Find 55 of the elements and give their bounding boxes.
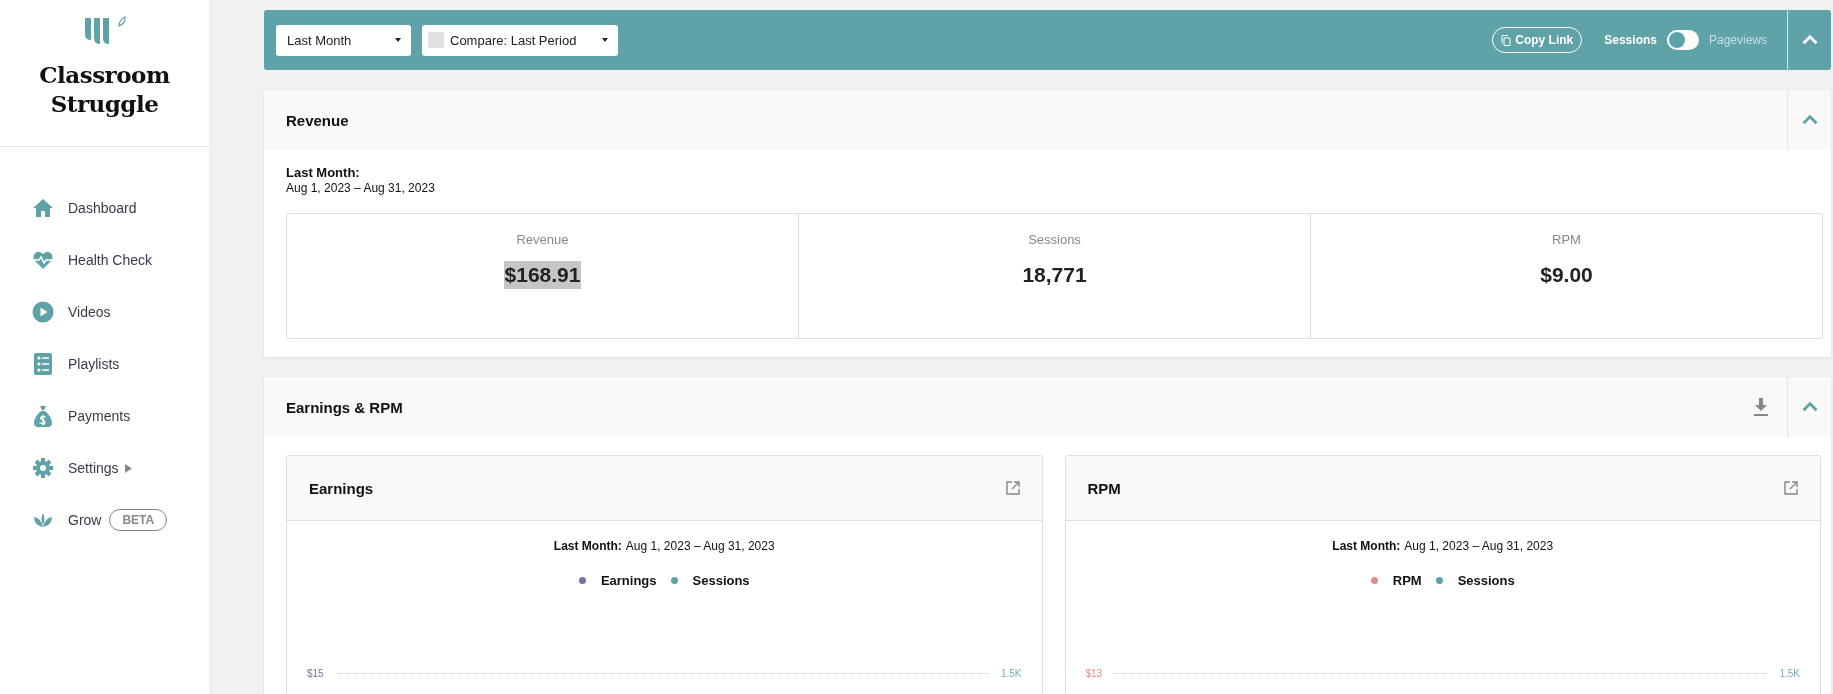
stat-value: $9.00: [1539, 262, 1594, 288]
date-range: Aug 1, 2023 – Aug 31, 2023: [1404, 539, 1554, 553]
chevron-up-icon: [1800, 401, 1819, 413]
nav-item[interactable]: Dashboard: [0, 182, 209, 234]
period-dropdown[interactable]: Last Month: [276, 24, 411, 56]
stat-label: Revenue: [516, 232, 569, 247]
section-title: Earnings & RPM: [286, 398, 404, 416]
download-icon[interactable]: [1753, 398, 1769, 416]
legend-label[interactable]: Earnings: [600, 573, 657, 588]
external-link-icon[interactable]: [1784, 481, 1798, 495]
toggle-label: Pageviews: [1708, 33, 1767, 47]
toggle-label: Sessions: [1604, 33, 1657, 47]
period-label: Last Month:: [1332, 539, 1401, 553]
external-link-icon[interactable]: [1005, 481, 1020, 495]
caret-icon: [124, 463, 132, 473]
dropdown-arrow-icon: [395, 38, 401, 42]
axis-label: 1.5K: [1779, 668, 1800, 679]
axis-label: $13: [1085, 668, 1103, 679]
nav-item[interactable]: Grow BETA: [0, 494, 209, 546]
stat-label: RPM: [1552, 232, 1581, 247]
legend-label[interactable]: RPM: [1392, 573, 1422, 588]
logo-icon: [82, 16, 127, 44]
home-icon: [32, 197, 54, 219]
date-range: Aug 1, 2023 – Aug 31, 2023: [625, 539, 775, 553]
nav-item[interactable]: Health Check: [0, 234, 209, 286]
nav-item[interactable]: Playlists: [0, 338, 209, 390]
section-title: Revenue: [286, 111, 350, 129]
nav-item[interactable]: Settings: [0, 442, 209, 494]
stat-value: 18,771: [1021, 262, 1088, 288]
metric-toggle[interactable]: [1666, 30, 1699, 50]
dropdown-arrow-icon: [602, 38, 608, 42]
compare-checkbox[interactable]: [428, 32, 444, 48]
copy-icon: [1501, 34, 1512, 46]
axis-label: $15: [307, 668, 324, 679]
stat-label: Sessions: [1028, 232, 1081, 247]
legend-label[interactable]: Sessions: [1457, 573, 1515, 588]
chevron-up-icon: [1800, 34, 1819, 46]
compare-dropdown[interactable]: Compare: Last Period: [422, 24, 618, 56]
list-icon: [32, 353, 54, 375]
period-label: Last Month:: [553, 539, 622, 553]
legend-label[interactable]: Sessions: [692, 573, 750, 588]
date-range: Aug 1, 2023 – Aug 31, 2023: [286, 181, 436, 195]
nav-item[interactable]: Videos: [0, 286, 209, 338]
nav-item[interactable]: Payments: [0, 390, 209, 442]
chart-title: Earnings: [309, 479, 375, 497]
brand-name: Classroom Struggle: [38, 60, 171, 118]
heartbeat-icon: [32, 249, 54, 271]
chevron-up-icon: [1800, 114, 1819, 126]
money-bag-icon: [32, 405, 54, 427]
settings-icon: [32, 457, 54, 479]
stat-value: $168.91: [503, 261, 582, 289]
period-label: Last Month:: [286, 165, 361, 180]
chart-title: RPM: [1087, 479, 1122, 497]
play-icon: [32, 301, 54, 323]
axis-label: 1.5K: [1000, 668, 1022, 679]
